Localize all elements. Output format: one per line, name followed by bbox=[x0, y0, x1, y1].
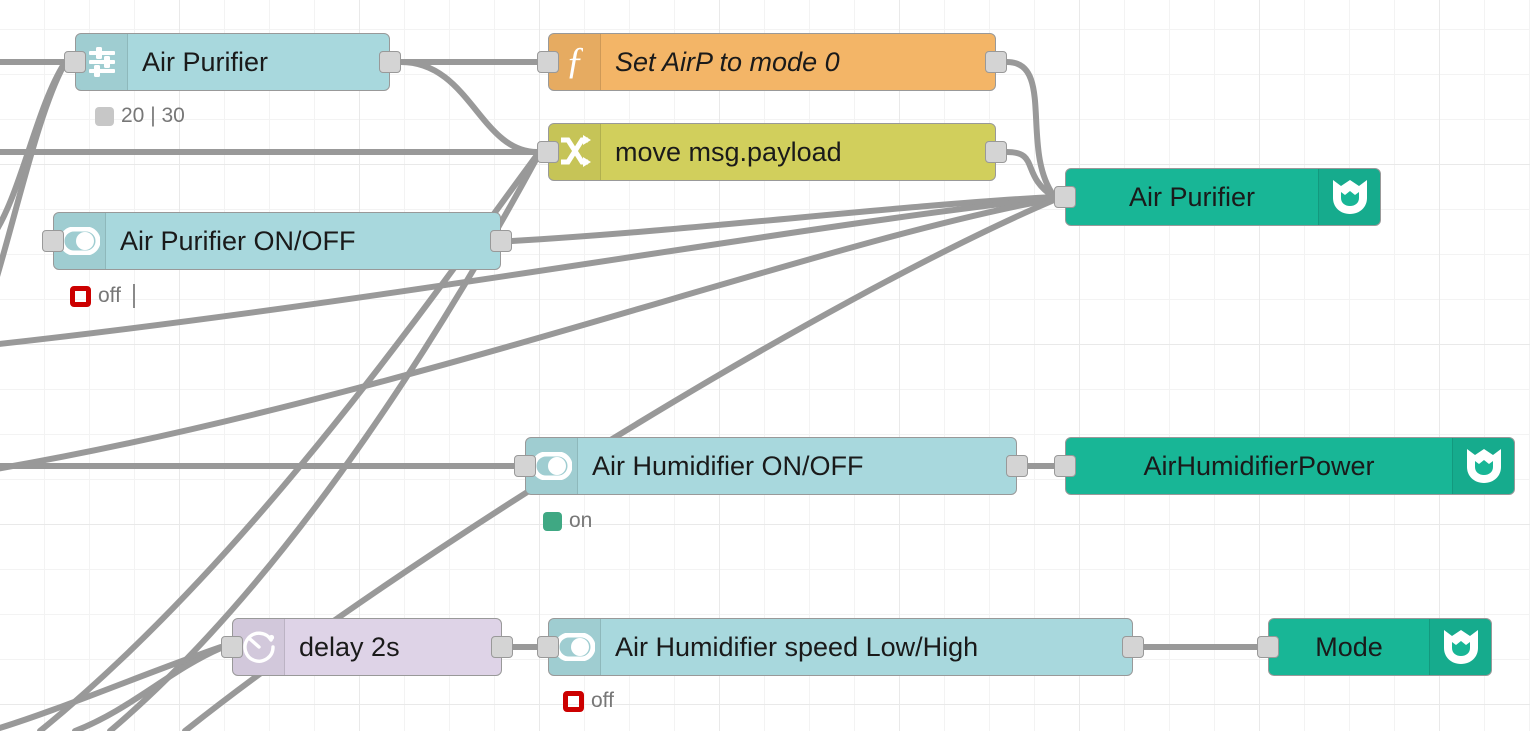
node-set-airp-mode-0[interactable]: ƒ Set AirP to mode 0 bbox=[548, 33, 996, 91]
node-air-humidifier-power-device[interactable]: AirHumidifierPower bbox=[1065, 437, 1515, 495]
node-label: Air Humidifier ON/OFF bbox=[592, 450, 864, 481]
node-label: Set AirP to mode 0 bbox=[615, 46, 840, 77]
node-mode-device[interactable]: Mode bbox=[1268, 618, 1492, 676]
node-label: AirHumidifierPower bbox=[1143, 450, 1375, 481]
node-air-humidifier-speed[interactable]: Air Humidifier speed Low/High bbox=[548, 618, 1133, 676]
mi-icon bbox=[1452, 438, 1514, 494]
node-air-purifier-on-off[interactable]: Air Purifier ON/OFF bbox=[53, 212, 501, 270]
node-status: off bbox=[563, 689, 614, 713]
input-port[interactable] bbox=[537, 636, 559, 658]
input-port[interactable] bbox=[514, 455, 536, 477]
status-dot bbox=[70, 285, 91, 307]
text-cursor bbox=[132, 284, 135, 308]
input-port[interactable] bbox=[1054, 455, 1076, 477]
node-label: Air Humidifier speed Low/High bbox=[615, 631, 979, 662]
node-label: move msg.payload bbox=[615, 136, 842, 167]
status-dot bbox=[563, 690, 584, 712]
node-status: off bbox=[70, 284, 135, 308]
input-port[interactable] bbox=[1257, 636, 1279, 658]
node-move-msg-payload[interactable]: move msg.payload bbox=[548, 123, 996, 181]
input-port[interactable] bbox=[537, 141, 559, 163]
mi-icon bbox=[1429, 619, 1491, 675]
input-port[interactable] bbox=[221, 636, 243, 658]
input-port[interactable] bbox=[64, 51, 86, 73]
input-port[interactable] bbox=[537, 51, 559, 73]
mi-icon bbox=[1318, 169, 1380, 225]
output-port[interactable] bbox=[490, 230, 512, 252]
node-air-humidifier-on-off[interactable]: Air Humidifier ON/OFF bbox=[525, 437, 1017, 495]
status-text: 20 | 30 bbox=[121, 104, 185, 127]
node-label: Air Purifier bbox=[142, 46, 269, 77]
output-port[interactable] bbox=[985, 141, 1007, 163]
input-port[interactable] bbox=[42, 230, 64, 252]
wire[interactable] bbox=[509, 194, 1057, 244]
wire[interactable] bbox=[72, 645, 224, 731]
status-dot bbox=[543, 511, 562, 531]
node-status: on bbox=[543, 509, 592, 533]
node-label: delay 2s bbox=[299, 631, 400, 662]
status-text: on bbox=[569, 509, 593, 532]
node-label: Mode bbox=[1315, 631, 1383, 662]
node-air-purifier-slider[interactable]: Air Purifier bbox=[75, 33, 390, 91]
wire[interactable] bbox=[0, 644, 224, 731]
node-air-purifier-device[interactable]: Air Purifier bbox=[1065, 168, 1381, 226]
output-port[interactable] bbox=[985, 51, 1007, 73]
node-delay-2s[interactable]: delay 2s bbox=[232, 618, 502, 676]
status-text: off bbox=[98, 284, 121, 307]
output-port[interactable] bbox=[1006, 455, 1028, 477]
status-dot bbox=[95, 106, 114, 126]
flow-canvas[interactable]: Air Purifier 20 | 30 ƒ Set AirP to mode 0… bbox=[0, 0, 1530, 731]
output-port[interactable] bbox=[491, 636, 513, 658]
wire[interactable] bbox=[398, 59, 540, 155]
node-label: Air Purifier ON/OFF bbox=[120, 225, 356, 256]
output-port[interactable] bbox=[379, 51, 401, 73]
svg-text:ƒ: ƒ bbox=[565, 42, 584, 82]
output-port[interactable] bbox=[1122, 636, 1144, 658]
wire[interactable] bbox=[1004, 59, 1057, 199]
input-port[interactable] bbox=[1054, 186, 1076, 208]
status-text: off bbox=[591, 689, 614, 712]
node-status: 20 | 30 bbox=[95, 104, 185, 128]
node-label: Air Purifier bbox=[1128, 181, 1256, 212]
wire[interactable] bbox=[1004, 149, 1057, 200]
